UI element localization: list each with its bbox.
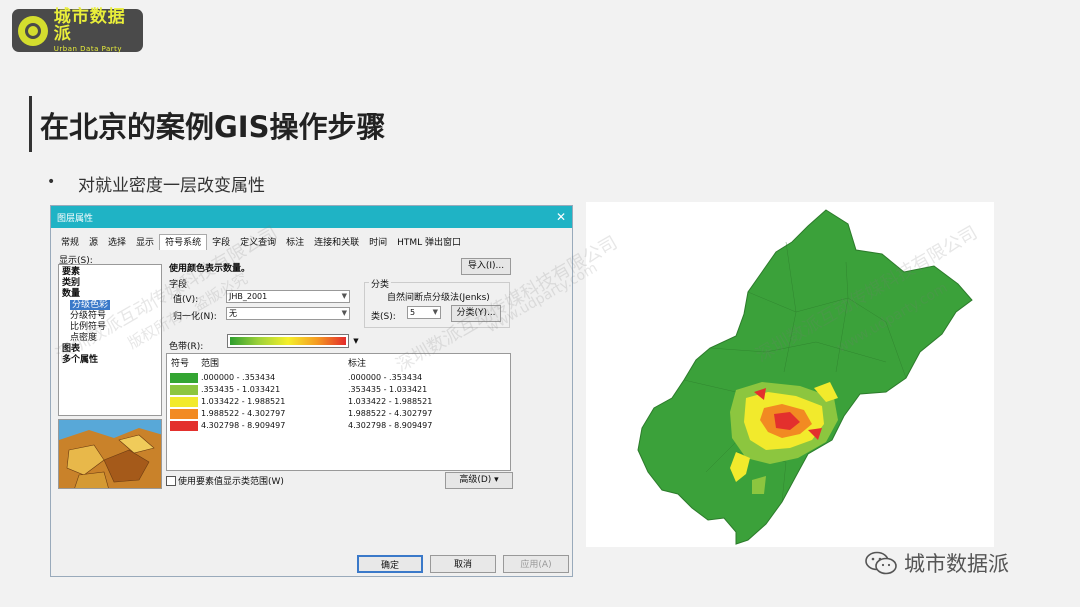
value-field-select[interactable]: JHB_2001 ▼ xyxy=(226,290,350,303)
layer-properties-dialog: 图层属性 ✕ 常规 源 选择 显示 符号系统 字段 定义查询 标注 连接和关联 … xyxy=(50,205,573,577)
header-label[interactable]: 标注 xyxy=(348,356,366,369)
tab-strip: 常规 源 选择 显示 符号系统 字段 定义查询 标注 连接和关联 时间 HTML… xyxy=(56,234,466,250)
show-range-checkbox-label: 使用要素值显示类范围(W) xyxy=(178,477,284,487)
range-cell: 4.302798 - 8.909497 xyxy=(201,421,286,430)
tree-item-graduated-symbols[interactable]: 分级符号 xyxy=(62,311,158,322)
color-ramp-select[interactable] xyxy=(227,334,349,348)
logo-name: 城市数据派 xyxy=(53,6,126,44)
chevron-down-icon[interactable]: ▼ xyxy=(351,334,361,348)
classification-method: 自然间断点分级法(Jenks) xyxy=(387,293,490,303)
color-ramp-label: 色带(R): xyxy=(169,342,204,352)
class-swatch[interactable] xyxy=(170,397,198,407)
normalization-label: 归一化(N): xyxy=(173,312,217,322)
beijing-employment-density-map xyxy=(586,202,994,547)
tab-selection[interactable]: 选择 xyxy=(103,236,131,250)
classes-text: 5 xyxy=(410,308,416,317)
map-canvas xyxy=(637,209,973,545)
range-cell: .000000 - .353434 xyxy=(201,373,276,382)
tab-html-popup[interactable]: HTML 弹出窗口 xyxy=(392,236,466,250)
range-cell: .353435 - 1.033421 xyxy=(201,385,281,394)
label-cell: 4.302798 - 8.909497 xyxy=(348,421,433,430)
tree-item-features[interactable]: 要素 xyxy=(62,267,158,278)
show-range-checkbox[interactable] xyxy=(166,476,176,486)
logo-subtitle: Urban Data Party xyxy=(53,44,123,53)
tree-item-multiple-attributes[interactable]: 多个属性 xyxy=(62,355,158,366)
header-range[interactable]: 范围 xyxy=(201,356,219,369)
range-cell: 1.988522 - 4.302797 xyxy=(201,409,286,418)
logo: 城市数据派 Urban Data Party xyxy=(12,6,143,53)
value-label: 值(V): xyxy=(173,295,199,305)
tree-item-charts[interactable]: 图表 xyxy=(62,344,158,355)
tree-item-dot-density[interactable]: 点密度 xyxy=(62,333,158,344)
value-field-text: JHB_2001 xyxy=(229,292,268,301)
range-cell: 1.033422 - 1.988521 xyxy=(201,397,286,406)
table-row[interactable]: 1.988522 - 4.302797 1.988522 - 4.302797 xyxy=(168,409,508,420)
table-row[interactable]: 4.302798 - 8.909497 4.302798 - 8.909497 xyxy=(168,421,508,432)
tab-labels[interactable]: 标注 xyxy=(281,236,309,250)
tree-item-quantities[interactable]: 数量 xyxy=(62,289,158,300)
tree-item-graduated-colors[interactable]: 分级色彩 xyxy=(70,300,111,310)
tab-display[interactable]: 显示 xyxy=(131,236,159,250)
class-table: 符号 范围 标注 .000000 - .353434 .000000 - .35… xyxy=(166,353,511,471)
fields-group-label: 字段 xyxy=(169,280,188,290)
wechat-icon xyxy=(864,551,898,575)
classes-label: 类(S): xyxy=(371,312,396,322)
label-cell: 1.988522 - 4.302797 xyxy=(348,409,433,418)
ok-button[interactable]: 确定 xyxy=(357,555,423,573)
title-accent-bar xyxy=(29,96,32,152)
advanced-button[interactable]: 高级(D) ▾ xyxy=(445,472,513,489)
symbology-preview-image xyxy=(58,419,162,489)
tab-fields[interactable]: 字段 xyxy=(207,236,235,250)
tab-source[interactable]: 源 xyxy=(84,236,103,250)
classification-group-label: 分类 xyxy=(369,277,392,290)
table-row[interactable]: 1.033422 - 1.988521 1.033422 - 1.988521 xyxy=(168,397,508,408)
advanced-button-label: 高级(D) xyxy=(459,475,492,485)
tab-definition-query[interactable]: 定义查询 xyxy=(235,236,281,250)
apply-button[interactable]: 应用(A) xyxy=(503,555,569,573)
label-cell: .000000 - .353434 xyxy=(348,373,423,382)
table-row[interactable]: .000000 - .353434 .000000 - .353434 xyxy=(168,373,508,384)
tab-time[interactable]: 时间 xyxy=(364,236,392,250)
tab-joins-relates[interactable]: 连接和关联 xyxy=(309,236,364,250)
class-swatch[interactable] xyxy=(170,373,198,383)
logo-mark-icon xyxy=(18,15,48,46)
symbology-type-tree: 要素 类别 数量 分级色彩 分级符号 比例符号 点密度 图表 多个属性 xyxy=(58,264,162,416)
dialog-titlebar[interactable]: 图层属性 ✕ xyxy=(51,206,572,228)
label-cell: .353435 - 1.033421 xyxy=(348,385,428,394)
class-swatch[interactable] xyxy=(170,409,198,419)
chevron-down-icon: ▼ xyxy=(341,292,347,300)
class-swatch[interactable] xyxy=(170,385,198,395)
class-swatch[interactable] xyxy=(170,421,198,431)
slide-title: 在北京的案例GIS操作步骤 xyxy=(40,110,386,144)
beijing-boundary xyxy=(637,209,973,545)
classify-button[interactable]: 分类(Y)... xyxy=(451,305,501,322)
dialog-title: 图层属性 xyxy=(57,213,94,224)
symbology-heading: 使用颜色表示数量。 xyxy=(169,264,251,274)
close-icon[interactable]: ✕ xyxy=(556,210,566,224)
classes-select[interactable]: 5 ▼ xyxy=(407,306,441,319)
tree-item-categories[interactable]: 类别 xyxy=(62,278,158,289)
tab-general[interactable]: 常规 xyxy=(56,236,84,250)
normalization-select[interactable]: 无 ▼ xyxy=(226,307,350,320)
import-button[interactable]: 导入(I)... xyxy=(461,258,511,275)
footer-brand-text: 城市数据派 xyxy=(904,552,1009,576)
bullet-text: 对就业密度一层改变属性 xyxy=(78,176,265,196)
chevron-down-icon: ▼ xyxy=(341,309,347,317)
cancel-button[interactable]: 取消 xyxy=(430,555,496,573)
tree-item-proportional-symbols[interactable]: 比例符号 xyxy=(62,322,158,333)
table-row[interactable]: .353435 - 1.033421 .353435 - 1.033421 xyxy=(168,385,508,396)
tab-symbology[interactable]: 符号系统 xyxy=(159,234,208,250)
label-cell: 1.033422 - 1.988521 xyxy=(348,397,433,406)
footer-brand: 城市数据派 xyxy=(864,548,1009,578)
chevron-down-icon: ▼ xyxy=(432,308,438,316)
bullet-icon: • xyxy=(47,174,56,190)
header-symbol[interactable]: 符号 xyxy=(171,356,189,369)
normalization-text: 无 xyxy=(229,309,237,318)
